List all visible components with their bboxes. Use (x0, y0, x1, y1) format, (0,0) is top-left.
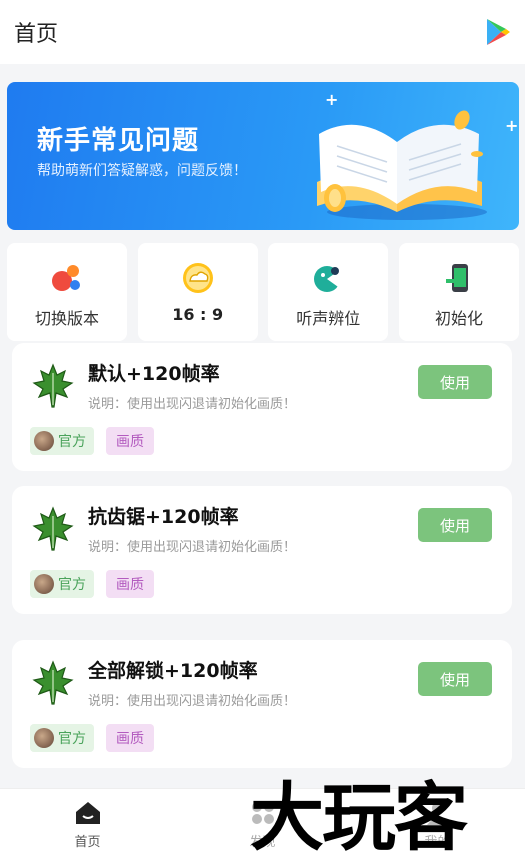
quality-tag: 画质 (106, 427, 154, 455)
maple-leaf-icon (32, 660, 74, 705)
quick-label: 切换版本 (34, 309, 99, 328)
banner-subtitle: 帮助萌新们答疑解惑，问题反馈！ (37, 163, 247, 179)
initialize-icon (445, 264, 468, 292)
card-description: 说明：使用出现闪退请初始化画质！ (88, 694, 297, 709)
config-card: 全部解锁+120帧率 说明：使用出现闪退请初始化画质！ 使用 官方 画质 (12, 640, 512, 768)
banner-title: 新手常见问题 (37, 126, 200, 156)
avatar (34, 431, 54, 451)
card-tags: 官方 画质 (30, 724, 154, 752)
avatar (34, 574, 54, 594)
card-title: 全部解锁+120帧率 (88, 660, 258, 682)
use-button[interactable]: 使用 (418, 365, 492, 399)
quick-actions: 切换版本 16 : 9 听声辨位 初始化 (7, 243, 519, 341)
official-tag-label: 官方 (58, 731, 86, 747)
card-description: 说明：使用出现闪退请初始化画质！ (88, 540, 297, 555)
card-tags: 官方 画质 (30, 427, 154, 455)
faq-banner[interactable]: 新手常见问题 帮助萌新们答疑解惑，问题反馈！ + + (7, 82, 519, 230)
maple-leaf-icon (32, 506, 74, 551)
official-tag: 官方 (30, 570, 94, 598)
watermark-logo: 大玩客 (250, 775, 468, 860)
config-card: 默认+120帧率 说明：使用出现闪退请初始化画质！ 使用 官方 画质 (12, 343, 512, 471)
nav-label: 首页 (74, 835, 101, 850)
quick-label: 16 : 9 (172, 305, 224, 324)
top-bar: 首页 (0, 0, 525, 64)
config-card: 抗齿锯+120帧率 说明：使用出现闪退请初始化画质！ 使用 官方 画质 (12, 486, 512, 614)
use-button[interactable]: 使用 (418, 662, 492, 696)
card-description: 说明：使用出现闪退请初始化画质！ (88, 397, 297, 412)
official-tag: 官方 (30, 427, 94, 455)
quick-aspect-ratio[interactable]: 16 : 9 (137, 243, 258, 341)
aspect-ratio-icon (182, 263, 213, 293)
quick-label: 初始化 (434, 309, 483, 328)
maple-leaf-icon (32, 363, 74, 408)
card-tags: 官方 画质 (30, 570, 154, 598)
sound-locate-icon (314, 266, 342, 292)
quality-tag: 画质 (106, 570, 154, 598)
quick-switch-version[interactable]: 切换版本 (7, 243, 127, 341)
quality-tag: 画质 (106, 724, 154, 752)
avatar (34, 728, 54, 748)
use-button[interactable]: 使用 (418, 508, 492, 542)
page-title: 首页 (14, 22, 59, 47)
open-book-icon (317, 110, 487, 220)
official-tag-label: 官方 (58, 577, 86, 593)
quick-sound-locate[interactable]: 听声辨位 (268, 243, 389, 341)
quick-initialize[interactable]: 初始化 (398, 243, 519, 341)
home-icon (75, 802, 100, 824)
card-title: 抗齿锯+120帧率 (88, 506, 239, 528)
quick-label: 听声辨位 (296, 309, 361, 328)
nav-home[interactable]: 首页 (28, 799, 148, 850)
sparkle-icon: + (505, 116, 519, 135)
card-title: 默认+120帧率 (88, 363, 220, 385)
switch-version-icon (52, 265, 80, 291)
official-tag-label: 官方 (58, 434, 86, 450)
official-tag: 官方 (30, 724, 94, 752)
google-play-icon[interactable] (485, 18, 511, 46)
